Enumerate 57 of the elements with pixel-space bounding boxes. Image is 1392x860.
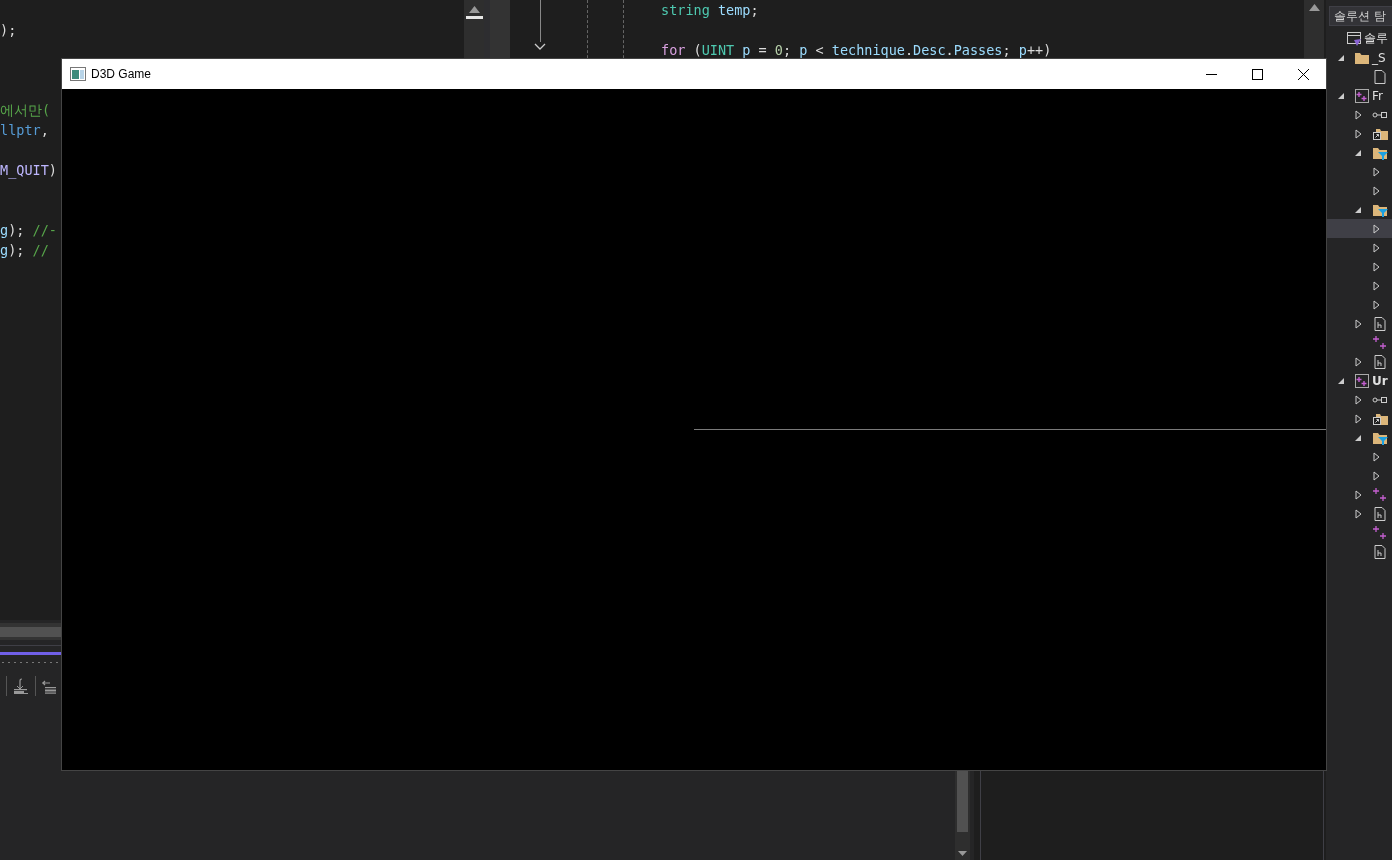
project-icon bbox=[1354, 87, 1371, 104]
collapsed-arrow-icon[interactable] bbox=[1354, 508, 1364, 519]
outdent-lines-icon[interactable] bbox=[42, 678, 58, 694]
code-line: g); //- bbox=[0, 221, 57, 240]
tree-row[interactable]: Fr bbox=[1326, 86, 1392, 105]
tree-row[interactable]: 솔루 bbox=[1326, 29, 1392, 48]
search-field[interactable]: 솔루션 탐 bbox=[1329, 6, 1392, 26]
close-icon bbox=[1297, 68, 1309, 80]
code-line: ); bbox=[0, 21, 17, 40]
tree-row[interactable]: _S bbox=[1326, 48, 1392, 67]
scroll-up-icon[interactable] bbox=[468, 6, 480, 13]
tree-item-label: Ur bbox=[1372, 373, 1388, 388]
file-icon bbox=[1371, 68, 1388, 85]
project-icon bbox=[1354, 372, 1371, 389]
collapsed-arrow-icon[interactable] bbox=[1371, 451, 1381, 462]
collapsed-arrow-icon[interactable] bbox=[1371, 261, 1381, 272]
code-line: llptr, bbox=[0, 121, 49, 140]
collapsed-arrow-icon[interactable] bbox=[1354, 128, 1364, 139]
code-line: for (UINT p = 0; p < technique.Desc.Passes; p++) bbox=[661, 41, 1052, 60]
collapsed-arrow-icon[interactable] bbox=[1354, 109, 1364, 120]
maximize-icon bbox=[1251, 68, 1263, 80]
cpp-file-icon bbox=[1371, 486, 1388, 503]
solution-icon bbox=[1346, 30, 1363, 47]
collapsed-arrow-icon[interactable] bbox=[1354, 356, 1364, 367]
code-line: g); // bbox=[0, 241, 49, 260]
collapsed-arrow-icon[interactable] bbox=[1354, 489, 1364, 500]
collapsed-arrow-icon[interactable] bbox=[1371, 470, 1381, 481]
collapsed-arrow-icon[interactable] bbox=[1354, 394, 1364, 405]
code-line: M_QUIT) bbox=[0, 161, 57, 180]
code-line: string temp; bbox=[661, 1, 759, 20]
scroll-down-icon[interactable] bbox=[958, 851, 967, 856]
app-icon bbox=[70, 67, 86, 81]
collapsed-arrow-icon[interactable] bbox=[1354, 413, 1364, 424]
tree-item-label: _S bbox=[1372, 50, 1386, 65]
header-file-icon bbox=[1371, 543, 1388, 560]
scrollbar[interactable] bbox=[955, 770, 970, 860]
cpp-file-icon bbox=[1371, 524, 1388, 541]
header-file-icon bbox=[1371, 315, 1388, 332]
tree-item-label: Fr bbox=[1372, 88, 1384, 103]
scrollbar-thumb[interactable] bbox=[0, 626, 62, 637]
cpp-file-icon bbox=[1371, 334, 1388, 351]
tree-item-label: 솔루 bbox=[1364, 30, 1389, 47]
collapsed-arrow-icon[interactable] bbox=[1371, 299, 1381, 310]
collapsed-arrow-icon[interactable] bbox=[1371, 280, 1381, 291]
collapsed-arrow-icon[interactable] bbox=[1371, 242, 1381, 253]
window-title: D3D Game bbox=[91, 67, 153, 81]
scroll-up-icon[interactable] bbox=[1308, 4, 1320, 11]
collapsed-arrow-icon[interactable] bbox=[1371, 223, 1381, 234]
header-file-icon bbox=[1371, 353, 1388, 370]
code-line: 에서만( bbox=[0, 101, 51, 120]
collapsed-arrow-icon[interactable] bbox=[1371, 185, 1381, 196]
header-file-icon bbox=[1371, 505, 1388, 522]
wrap-lines-icon[interactable] bbox=[13, 678, 29, 694]
collapse-chevron-icon[interactable] bbox=[534, 43, 546, 51]
collapsed-arrow-icon[interactable] bbox=[1354, 318, 1364, 329]
collapsed-arrow-icon[interactable] bbox=[1371, 166, 1381, 177]
tree-row[interactable]: Ur bbox=[1326, 371, 1392, 390]
